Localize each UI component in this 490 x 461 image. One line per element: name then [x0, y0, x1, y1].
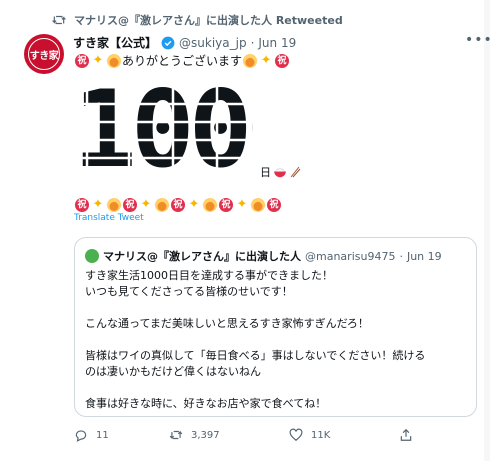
translate-link[interactable]: Translate Tweet [74, 213, 144, 223]
reply-button[interactable]: 11 [74, 428, 169, 442]
like-count: 11K [311, 429, 331, 441]
tweet-message: ありがとうございます [122, 54, 243, 68]
rice-bowl-icon [274, 168, 286, 178]
sparkles-emoji-icon: ✦ [236, 197, 248, 212]
big-number-text: 1000 [73, 82, 253, 177]
reply-icon [75, 430, 87, 442]
quote-body: すき家生活1000日目を達成する事ができました！ いつも見てくださってる皆様のせ… [85, 268, 470, 412]
retweet-count: 3,397 [191, 429, 220, 441]
quote-line: のは凄いかもだけど偉くはないねん [85, 365, 261, 378]
quote-line: こんな通ってまだ美味しいと思えるすき家怖すぎんだろ！ [85, 317, 369, 330]
quote-header: マナリス@『激レアさん』に出演した人 @manarisu9475 · Jun 1… [85, 248, 442, 264]
day-label: 日 [260, 166, 271, 179]
quote-line: いつも見てくださってる皆様のせいです！ [85, 285, 293, 298]
verified-badge-icon [161, 36, 175, 49]
party-popper-emoji-icon [107, 53, 121, 68]
party-popper-emoji-icon [203, 198, 217, 212]
quote-line: 皆様はワイの真似して「毎日食べる」事はしないでください！続ける [85, 349, 426, 362]
quote-date[interactable]: Jun 19 [407, 250, 442, 263]
celebration-emoji-icon: 祝 [219, 198, 233, 212]
celebration-emoji-icon: 祝 [267, 198, 281, 212]
retweet-button[interactable]: 3,397 [169, 428, 289, 442]
share-button[interactable] [399, 428, 413, 442]
quote-avatar[interactable] [85, 249, 99, 263]
sparkles-emoji-icon: ✦ [92, 52, 104, 68]
retweet-icon [52, 15, 66, 25]
party-popper-emoji-icon [243, 53, 258, 68]
celebration-emoji-icon: 祝 [123, 198, 137, 212]
celebration-emoji-icon: 祝 [275, 53, 290, 68]
tweet-text: 祝 ✦ ありがとうございます ✦ 祝 [74, 52, 290, 69]
author-handle[interactable]: @sukiya_jp [179, 36, 247, 50]
chopsticks-icon [290, 166, 301, 178]
quote-line: 食事は好きな時に、好きなお店や家で食べてね！ [85, 397, 327, 410]
reply-count: 11 [96, 429, 109, 441]
action-bar: 11 3,397 11K [74, 428, 434, 442]
day-suffix: 日 [260, 164, 301, 180]
quote-line: すき家生活1000日目を達成する事ができました！ [85, 269, 333, 282]
party-popper-emoji-icon [155, 198, 169, 212]
retweet-icon [169, 430, 183, 440]
quote-author-name[interactable]: マナリス@『激レアさん』に出演した人 [103, 248, 301, 264]
big-number-graphic: 1000 [73, 68, 310, 191]
retweet-context: マナリス@『激レアさん』に出演した人 Retweeted [52, 12, 343, 28]
more-options-icon[interactable]: ••• [465, 32, 490, 48]
party-popper-emoji-icon [107, 198, 121, 212]
tweet-header: すき家【公式】 @sukiya_jp · Jun 19 [73, 34, 297, 51]
scrollbar[interactable] [484, 0, 490, 461]
share-icon [400, 428, 412, 441]
retweet-label[interactable]: マナリス@『激レアさん』に出演した人 Retweeted [74, 12, 343, 28]
avatar[interactable]: すき家 [24, 34, 64, 74]
quoted-tweet[interactable]: マナリス@『激レアさん』に出演した人 @manarisu9475 · Jun 1… [74, 237, 477, 417]
big-number-art: 1000 [73, 68, 310, 191]
emoji-row: 祝 ✦ 祝 ✦ 祝 ✦ 祝 ✦ 祝 [74, 198, 282, 212]
sparkles-emoji-icon: ✦ [92, 197, 104, 212]
celebration-emoji-icon: 祝 [171, 198, 185, 212]
like-button[interactable]: 11K [289, 428, 399, 442]
party-popper-emoji-icon [251, 198, 265, 212]
sparkles-emoji-icon: ✦ [188, 197, 200, 212]
quote-author-handle[interactable]: @manarisu9475 [305, 250, 395, 263]
celebration-emoji-icon: 祝 [75, 53, 89, 68]
sparkles-emoji-icon: ✦ [140, 197, 152, 212]
heart-icon [289, 428, 303, 442]
author-name[interactable]: すき家【公式】 [73, 34, 157, 51]
celebration-emoji-icon: 祝 [75, 198, 89, 212]
sparkles-emoji-icon: ✦ [260, 52, 272, 68]
tweet-date[interactable]: Jun 19 [258, 36, 296, 50]
